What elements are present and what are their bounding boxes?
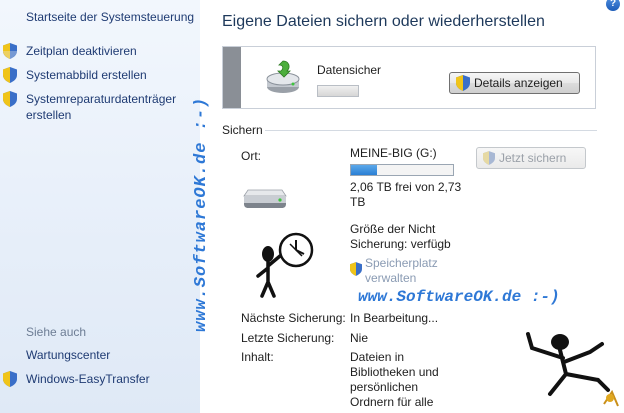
manage-space-link[interactable]: Speicherplatz verwalten (365, 256, 438, 286)
content-value-line2: Bibliotheken und (350, 365, 439, 379)
drive-usage-bar (350, 164, 454, 176)
backup-status-label: Datensicher (317, 63, 382, 77)
uac-shield-icon (456, 75, 470, 91)
uac-shield-icon (483, 151, 495, 165)
action-center-link[interactable]: Wartungscenter (26, 347, 110, 364)
backup-now-button[interactable]: Jetzt sichern (476, 147, 586, 169)
see-also-heading: Siehe auch (26, 325, 87, 339)
hard-disk-icon (243, 189, 287, 208)
backup-progress-bar (317, 85, 359, 97)
next-backup-label: Nächste Sicherung: (241, 311, 346, 325)
content-value-line1: Dateien in (350, 350, 405, 364)
section-heading-backup: Sichern (222, 123, 263, 137)
page-title: Eigene Dateien sichern oder wiederherste… (222, 13, 545, 30)
location-label: Ort: (241, 149, 261, 163)
last-backup-value: Nie (350, 331, 369, 345)
manage-space-link-line1: Speicherplatz (365, 256, 438, 270)
location-value: MEINE-BIG (G:) (350, 146, 437, 160)
content-value-line3: persönlichen (350, 380, 419, 394)
show-details-button[interactable]: Details anzeigen (449, 72, 580, 94)
help-icon[interactable]: ? (606, 0, 620, 11)
uac-shield-icon (3, 371, 17, 387)
backup-size-text-line2: Sicherung: verfügb (350, 237, 451, 251)
navigation-pane: Startseite der Systemsteuerung Zeitplan … (0, 0, 200, 413)
uac-shield-icon (3, 67, 17, 83)
dancing-stickman-illustration (526, 332, 619, 407)
show-details-label: Details anzeigen (474, 76, 563, 90)
free-space-text: 2,06 TB frei von 2,73 (350, 180, 462, 194)
content-value-line4: Ordnern für alle (350, 395, 434, 409)
create-repair-disc-link[interactable]: Systemreparaturdatenträger (26, 91, 176, 108)
windows-easy-transfer-link[interactable]: Windows-EasyTransfer (26, 371, 150, 388)
backup-size-text: Größe der Nicht (350, 222, 436, 236)
clock-stickman-illustration (256, 232, 314, 298)
watermark-vertical-text: www.SoftwareOK.de :-) (192, 96, 211, 332)
next-backup-value: In Bearbeitung... (350, 311, 439, 325)
backup-now-label: Jetzt sichern (499, 151, 567, 165)
manage-space-link-line2: verwalten (365, 271, 417, 285)
drive-usage-fill (351, 165, 377, 175)
content-label: Inhalt: (241, 350, 274, 364)
disable-schedule-link[interactable]: Zeitplan deaktivieren (26, 43, 137, 60)
free-space-text-unit: TB (350, 195, 366, 209)
watermark-horizontal-text: www.SoftwareOK.de :-) (358, 288, 560, 306)
create-system-image-link[interactable]: Systemabbild erstellen (26, 67, 147, 84)
last-backup-label: Letzte Sicherung: (241, 331, 335, 345)
create-repair-disc-link-line2[interactable]: erstellen (26, 107, 71, 124)
backup-drive-icon (266, 60, 300, 93)
control-panel-home-link[interactable]: Startseite der Systemsteuerung (26, 9, 194, 26)
uac-shield-icon (350, 262, 362, 276)
uac-shield-icon (3, 43, 17, 59)
status-strip (223, 47, 241, 108)
section-divider (265, 130, 597, 131)
uac-shield-icon (3, 91, 17, 107)
